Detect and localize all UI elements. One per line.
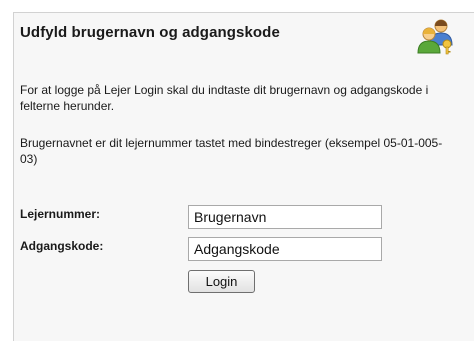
login-button[interactable]: Login — [188, 270, 255, 293]
instructions-text: For at logge på Lejer Login skal du indt… — [20, 83, 429, 113]
username-label: Lejernummer: — [20, 207, 101, 221]
password-label: Adgangskode: — [20, 239, 104, 253]
page-title: Udfyld brugernavn og adgangskode — [20, 24, 280, 41]
username-hint-text: Brugernavnet er dit lejernummer tastet m… — [20, 136, 443, 166]
username-input[interactable] — [188, 205, 382, 229]
users-icon — [417, 19, 453, 55]
password-input[interactable] — [188, 237, 382, 261]
